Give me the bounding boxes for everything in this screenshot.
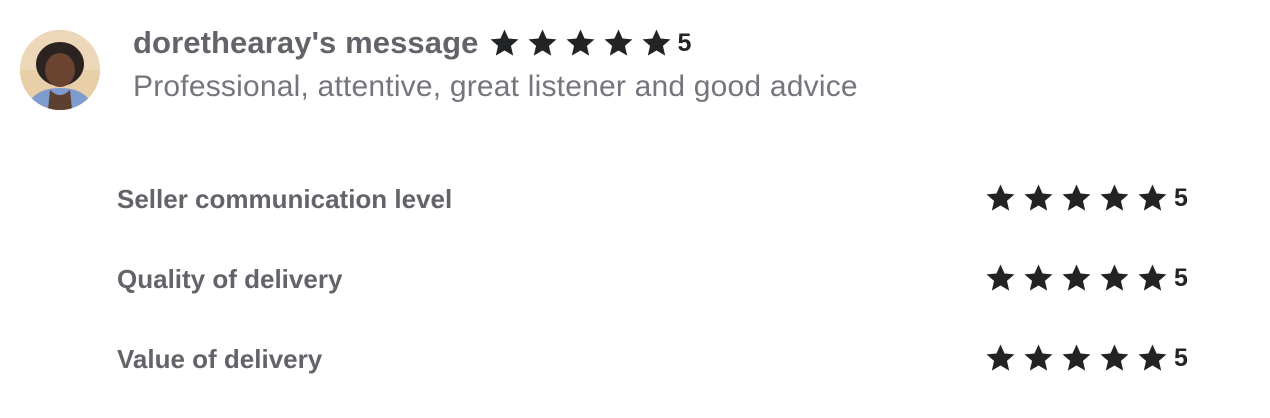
overall-rating-value: 5 [677, 28, 692, 57]
breakdown-row-communication: Seller communication level 5 [117, 178, 1197, 258]
review-card: dorethearay's message 5 Professional, at… [0, 0, 1270, 412]
star-icon [1098, 262, 1131, 295]
breakdown-row-quality: Quality of delivery 5 [117, 258, 1197, 338]
star-icon [1136, 342, 1169, 375]
breakdown-rating-value: 5 [1174, 344, 1188, 372]
breakdown-star-rating: 5 [984, 342, 1188, 375]
star-icon [1060, 342, 1093, 375]
breakdown-row-value: Value of delivery 5 [117, 338, 1197, 418]
breakdown-rating-value: 5 [1174, 264, 1188, 292]
breakdown-star-rating: 5 [984, 262, 1188, 295]
star-icon [1060, 182, 1093, 215]
review-comment: Professional, attentive, great listener … [133, 70, 858, 103]
breakdown-label: Seller communication level [117, 184, 453, 214]
rating-breakdown: Seller communication level 5 Quality of … [117, 178, 1197, 418]
avatar[interactable] [20, 30, 100, 110]
breakdown-label: Quality of delivery [117, 264, 343, 294]
star-icon [526, 27, 559, 60]
breakdown-label: Value of delivery [117, 344, 323, 374]
breakdown-rating-value: 5 [1174, 184, 1188, 212]
star-icon [1022, 342, 1055, 375]
star-icon [1136, 182, 1169, 215]
star-icon [602, 27, 635, 60]
star-icon [640, 27, 673, 60]
star-icon [1098, 342, 1131, 375]
star-icon [1022, 262, 1055, 295]
review-header: dorethearay's message 5 [133, 22, 691, 64]
star-icon [488, 27, 521, 60]
star-icon [1022, 182, 1055, 215]
breakdown-star-rating: 5 [984, 182, 1188, 215]
avatar-image [20, 30, 100, 110]
star-icon [984, 262, 1017, 295]
star-icon [984, 342, 1017, 375]
star-icon [1098, 182, 1131, 215]
star-icon [564, 27, 597, 60]
star-icon [1060, 262, 1093, 295]
star-icon [984, 182, 1017, 215]
reviewer-username[interactable]: dorethearay's message [133, 25, 479, 61]
star-icon [1136, 262, 1169, 295]
overall-star-rating: 5 [488, 27, 692, 60]
